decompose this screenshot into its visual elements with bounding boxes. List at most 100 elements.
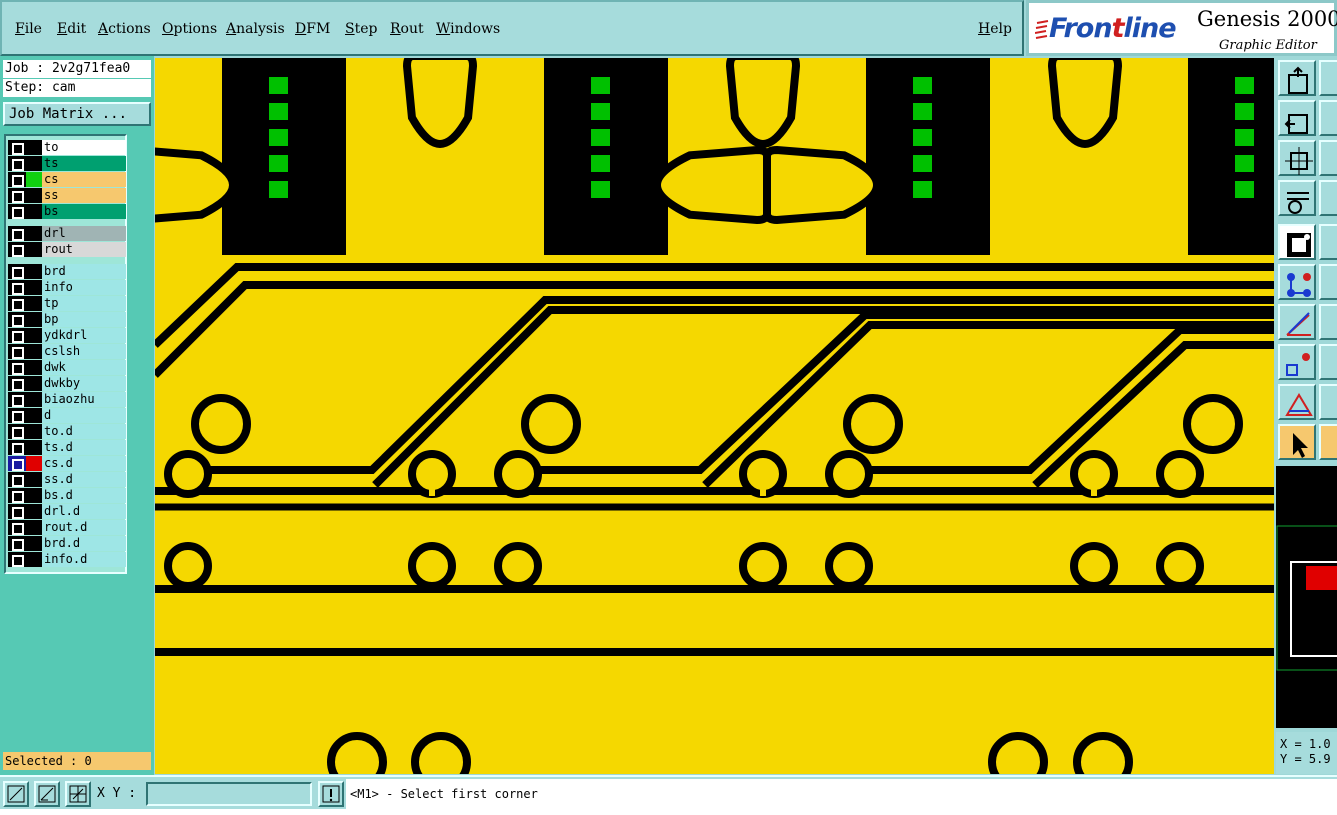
layer-row[interactable]: d: [8, 408, 126, 423]
layer-name[interactable]: info.d: [42, 552, 126, 567]
layer-name[interactable]: ss: [42, 188, 126, 203]
layer-color-swatch[interactable]: [26, 226, 42, 241]
layer-color-swatch[interactable]: [26, 296, 42, 311]
alert-button[interactable]: [318, 781, 344, 807]
layer-color-swatch[interactable]: [26, 440, 42, 455]
layer-name[interactable]: drl: [42, 226, 126, 241]
layer-checkbox[interactable]: [8, 520, 26, 535]
layer-name[interactable]: ts: [42, 156, 126, 171]
layer-name[interactable]: bs.d: [42, 488, 126, 503]
layer-color-swatch[interactable]: [26, 536, 42, 551]
toolbar-button-secondary[interactable]: [1319, 180, 1337, 216]
layer-checkbox[interactable]: [8, 328, 26, 343]
layer-row[interactable]: ss: [8, 188, 126, 203]
draw-line-button[interactable]: [1278, 304, 1316, 340]
layer-checkbox[interactable]: [8, 312, 26, 327]
layer-name[interactable]: to: [42, 140, 126, 155]
toolbar-button-secondary[interactable]: [1319, 344, 1337, 380]
layer-row[interactable]: brd: [8, 264, 126, 279]
layer-checkbox[interactable]: [8, 140, 26, 155]
layer-name[interactable]: bp: [42, 312, 126, 327]
layer-color-swatch[interactable]: [26, 552, 42, 567]
layer-color-swatch[interactable]: [26, 424, 42, 439]
layer-color-swatch[interactable]: [26, 312, 42, 327]
layer-color-swatch[interactable]: [26, 188, 42, 203]
layer-row[interactable]: ts.d: [8, 440, 126, 455]
toolbar-button-secondary[interactable]: [1319, 100, 1337, 136]
layer-name[interactable]: bs: [42, 204, 126, 219]
toolbar-button-secondary[interactable]: [1319, 60, 1337, 96]
menu-help[interactable]: Help: [978, 21, 1012, 37]
net-connect-button[interactable]: [1278, 264, 1316, 300]
menu-edit[interactable]: Edit: [57, 21, 86, 37]
layer-row[interactable]: to.d: [8, 424, 126, 439]
layer-row[interactable]: bs: [8, 204, 126, 219]
layer-name[interactable]: dwk: [42, 360, 126, 375]
layer-name[interactable]: ss.d: [42, 472, 126, 487]
layer-checkbox[interactable]: [8, 204, 26, 219]
layer-name[interactable]: cs: [42, 172, 126, 187]
layer-checkbox[interactable]: [8, 226, 26, 241]
layer-name[interactable]: biaozhu: [42, 392, 126, 407]
layer-checkbox[interactable]: [8, 344, 26, 359]
layer-color-swatch[interactable]: [26, 360, 42, 375]
resize-button[interactable]: [1278, 140, 1316, 176]
measure-button[interactable]: [34, 781, 60, 807]
layer-checkbox[interactable]: [8, 488, 26, 503]
layer-name[interactable]: cslsh: [42, 344, 126, 359]
layer-row[interactable]: ss.d: [8, 472, 126, 487]
layer-name[interactable]: ts.d: [42, 440, 126, 455]
triangle-button[interactable]: [1278, 384, 1316, 420]
layer-row[interactable]: cslsh: [8, 344, 126, 359]
layer-color-swatch[interactable]: [26, 504, 42, 519]
layer-checkbox[interactable]: [8, 424, 26, 439]
layer-name[interactable]: drl.d: [42, 504, 126, 519]
layer-checkbox[interactable]: [8, 536, 26, 551]
layer-row[interactable]: dwkby: [8, 376, 126, 391]
toolbar-button-secondary[interactable]: [1319, 384, 1337, 420]
toolbar-button-secondary[interactable]: [1319, 304, 1337, 340]
layer-row[interactable]: brd.d: [8, 536, 126, 551]
layer-color-swatch[interactable]: [26, 344, 42, 359]
layer-row[interactable]: biaozhu: [8, 392, 126, 407]
layer-color-swatch[interactable]: [26, 392, 42, 407]
layer-row[interactable]: bp: [8, 312, 126, 327]
snap-grid-button[interactable]: [65, 781, 91, 807]
layer-color-swatch[interactable]: [26, 408, 42, 423]
layer-checkbox[interactable]: [8, 296, 26, 311]
layer-checkbox[interactable]: [8, 472, 26, 487]
edit-tool-button[interactable]: [1278, 180, 1316, 216]
layer-name[interactable]: dwkby: [42, 376, 126, 391]
toolbar-button-secondary[interactable]: [1319, 140, 1337, 176]
layer-row[interactable]: tp: [8, 296, 126, 311]
layer-name[interactable]: rout.d: [42, 520, 126, 535]
layer-checkbox[interactable]: [8, 552, 26, 567]
layer-row[interactable]: drl.d: [8, 504, 126, 519]
layer-row[interactable]: ts: [8, 156, 126, 171]
toolbar-button-secondary[interactable]: [1319, 264, 1337, 300]
layer-name[interactable]: ydkdrl: [42, 328, 126, 343]
layer-name[interactable]: d: [42, 408, 126, 423]
layer-color-swatch[interactable]: [26, 242, 42, 257]
menu-actions[interactable]: Actions: [98, 21, 151, 37]
zoom-window-button[interactable]: [3, 781, 29, 807]
layer-name[interactable]: brd.d: [42, 536, 126, 551]
layer-checkbox[interactable]: [8, 188, 26, 203]
layer-row[interactable]: cs: [8, 172, 126, 187]
layer-color-swatch[interactable]: [26, 472, 42, 487]
job-matrix-button[interactable]: Job Matrix ...: [3, 102, 151, 126]
layer-row[interactable]: bs.d: [8, 488, 126, 503]
layer-name[interactable]: cs.d: [42, 456, 126, 471]
copy-button[interactable]: [1278, 100, 1316, 136]
layer-color-swatch[interactable]: [26, 280, 42, 295]
menu-options[interactable]: Options: [162, 21, 217, 37]
layer-name[interactable]: to.d: [42, 424, 126, 439]
layer-checkbox[interactable]: [8, 392, 26, 407]
menu-rout[interactable]: Rout: [390, 21, 424, 37]
layer-name[interactable]: brd: [42, 264, 126, 279]
menu-dfm[interactable]: DFM: [295, 21, 330, 37]
layer-row[interactable]: info: [8, 280, 126, 295]
toolbar-button-secondary[interactable]: [1319, 424, 1337, 460]
layer-row[interactable]: rout: [8, 242, 126, 257]
graphic-canvas[interactable]: [155, 58, 1274, 774]
